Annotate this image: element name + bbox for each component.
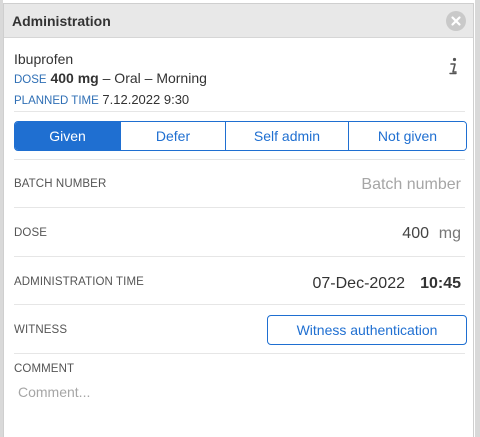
comment-field[interactable] [14, 384, 469, 434]
administration-time-label: ADMINISTRATION TIME [14, 276, 144, 288]
background-panel-right [475, 0, 480, 437]
divider [14, 159, 465, 160]
divider [14, 256, 465, 257]
close-icon[interactable] [446, 11, 466, 31]
administration-date[interactable]: 07-Dec-2022 [313, 275, 406, 293]
comment-label: COMMENT [14, 363, 75, 375]
planned-time-line: PLANNED TIME 7.12.2022 9:30 [14, 92, 189, 107]
dose-value: 400 mg [50, 70, 99, 86]
medication-dose-line: DOSE 400 mg – Oral – Morning [14, 70, 207, 86]
dose-row-label: DOSE [14, 227, 47, 239]
planned-time-label: PLANNED TIME [14, 95, 99, 107]
witness-label: WITNESS [14, 324, 68, 336]
administration-dialog: Administration Ibuprofen DOSE 400 mg – O… [3, 3, 474, 437]
status-segmented-control: Given Defer Self admin Not given [14, 121, 467, 151]
self-admin-button[interactable]: Self admin [225, 122, 348, 150]
medication-name: Ibuprofen [14, 51, 74, 67]
not-given-button[interactable]: Not given [348, 122, 466, 150]
administration-time[interactable]: 10:45 [420, 275, 461, 293]
batch-number-input[interactable] [239, 173, 463, 197]
route-time: – Oral – Morning [102, 70, 207, 86]
defer-button[interactable]: Defer [120, 122, 225, 150]
dose-unit: mg [438, 225, 461, 242]
divider [14, 353, 465, 354]
given-button[interactable]: Given [15, 122, 120, 150]
dialog-titlebar: Administration [4, 4, 473, 38]
divider [14, 111, 465, 112]
dialog-title: Administration [12, 13, 111, 29]
info-icon[interactable] [446, 57, 460, 75]
dose-label: DOSE [14, 74, 47, 86]
batch-number-label: BATCH NUMBER [14, 178, 107, 190]
planned-time-value: 7.12.2022 9:30 [102, 92, 190, 107]
divider [14, 304, 465, 305]
witness-authentication-button[interactable]: Witness authentication [267, 315, 467, 345]
divider [14, 207, 465, 208]
dose-input[interactable]: 400 [402, 225, 429, 243]
